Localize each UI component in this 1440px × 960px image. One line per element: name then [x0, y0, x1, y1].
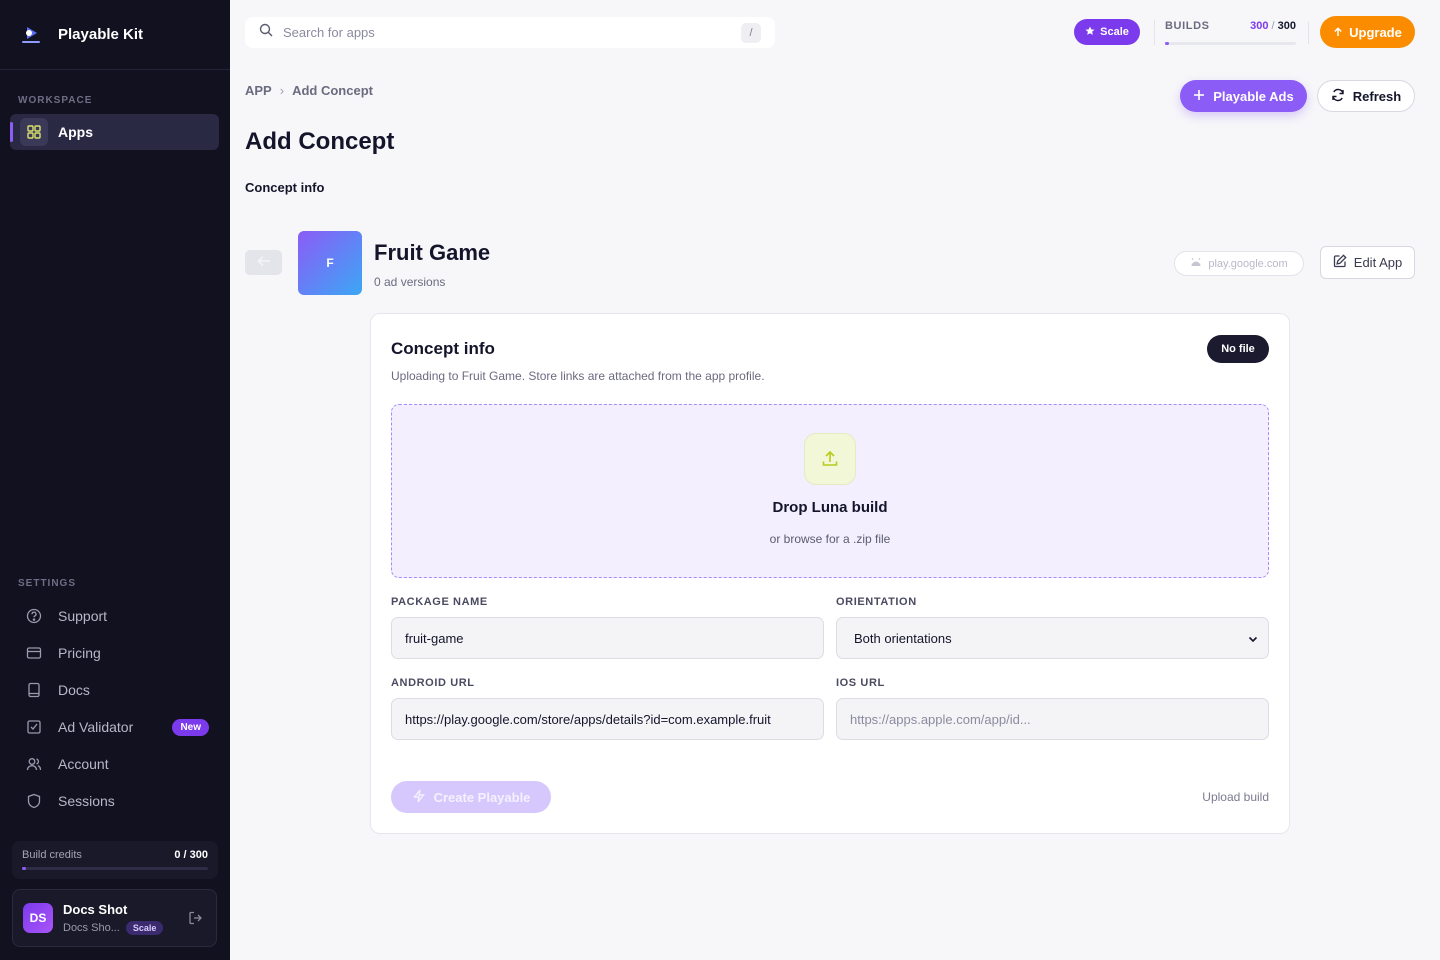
brand-name: Playable Kit — [58, 26, 144, 43]
sidebar-item-support[interactable]: Support — [10, 598, 219, 634]
sidebar-item-label: Support — [58, 608, 108, 624]
page-title: Add Concept — [245, 128, 395, 155]
search-icon — [259, 23, 273, 42]
ios-url-input[interactable] — [836, 698, 1269, 740]
app-name: Fruit Game — [374, 240, 491, 265]
credit-card-icon — [20, 639, 48, 667]
breadcrumb-current: Add Concept — [292, 83, 373, 98]
sidebar-item-ad-validator[interactable]: Ad Validator New — [10, 709, 219, 745]
user-card[interactable]: DS Docs Shot Docs Sho... Scale — [12, 889, 217, 947]
builds-current: 300 — [1250, 20, 1269, 32]
sidebar-item-apps[interactable]: Apps — [10, 114, 219, 150]
card-description: Uploading to Fruit Game. Store links are… — [391, 369, 765, 383]
lightning-icon — [412, 789, 426, 806]
refresh-label: Refresh — [1352, 88, 1402, 104]
search-shortcut-key: / — [741, 23, 761, 43]
card-title: Concept info — [391, 339, 495, 358]
upload-icon — [804, 433, 856, 485]
brand[interactable]: Playable Kit — [0, 0, 230, 70]
sidebar-item-docs[interactable]: Docs — [10, 672, 219, 708]
shield-icon — [20, 787, 48, 815]
plan-scale-badge[interactable]: Scale — [1074, 19, 1140, 45]
upgrade-button[interactable]: Upgrade — [1320, 16, 1415, 48]
create-playable-button[interactable]: Create Playable — [391, 781, 551, 813]
dropzone-title: Drop Luna build — [772, 499, 888, 516]
sidebar-item-label: Apps — [58, 124, 93, 140]
build-credits-label: Build credits — [22, 849, 82, 861]
create-playable-label: Create Playable — [433, 789, 531, 805]
edit-app-label: Edit App — [1353, 255, 1403, 270]
builds-counter: BUILDS 300 / 300 — [1154, 20, 1296, 45]
workspace-section-label: WORKSPACE — [18, 95, 93, 106]
package-name-input[interactable] — [391, 617, 824, 659]
orientation-label: ORIENTATION — [836, 596, 917, 608]
edit-icon — [1333, 254, 1347, 271]
new-badge: New — [172, 718, 209, 736]
logout-icon[interactable] — [188, 910, 204, 931]
refresh-icon — [1331, 88, 1345, 105]
orientation-select-wrapper: Both orientations — [836, 617, 1269, 659]
concept-info-card: Concept info Uploading to Fruit Game. St… — [370, 313, 1290, 834]
builds-separator: / — [1271, 20, 1275, 32]
build-credits-progress — [22, 867, 208, 870]
sidebar-item-pricing[interactable]: Pricing — [10, 635, 219, 671]
ios-url-label: IOS URL — [836, 677, 885, 689]
topbar-divider — [1308, 22, 1309, 44]
playable-ads-label: Playable Ads — [1213, 88, 1294, 104]
help-circle-icon — [20, 602, 48, 630]
plus-icon — [1193, 89, 1205, 104]
android-icon — [1190, 257, 1202, 270]
upload-build-link[interactable]: Upload build — [1202, 790, 1269, 804]
sidebar: Playable Kit WORKSPACE Apps SETTINGS Sup… — [0, 0, 230, 960]
check-square-icon — [20, 713, 48, 741]
builds-total: 300 — [1277, 20, 1296, 32]
build-credits-value: 0 / 300 — [174, 849, 208, 861]
sidebar-item-label: Docs — [58, 682, 90, 698]
sidebar-item-label: Ad Validator — [58, 719, 134, 735]
builds-progress — [1165, 42, 1296, 45]
dropzone-browse-link[interactable]: or browse for a .zip file — [392, 532, 1268, 546]
android-url-label: ANDROID URL — [391, 677, 475, 689]
search-bar[interactable]: / — [245, 17, 775, 48]
arrow-up-icon — [1333, 25, 1343, 40]
sidebar-item-label: Sessions — [58, 793, 115, 809]
file-status-badge: No file — [1207, 335, 1269, 363]
breadcrumb-separator: › — [279, 83, 285, 98]
avatar: DS — [23, 903, 53, 933]
store-link-chip[interactable]: play.google.com — [1174, 251, 1304, 276]
search-input[interactable] — [283, 25, 723, 40]
build-credits: Build credits 0 / 300 — [12, 841, 218, 879]
refresh-button[interactable]: Refresh — [1317, 80, 1415, 112]
builds-label: BUILDS — [1165, 20, 1210, 32]
edit-app-button[interactable]: Edit App — [1320, 246, 1415, 279]
app-icon-tile: F — [298, 231, 362, 295]
breadcrumb-root[interactable]: APP — [245, 83, 272, 98]
sidebar-item-label: Pricing — [58, 645, 101, 661]
plan-badge: Scale — [125, 920, 164, 935]
android-url-input[interactable] — [391, 698, 824, 740]
grid-icon — [20, 118, 48, 146]
back-button[interactable] — [245, 250, 282, 275]
store-link-label: play.google.com — [1208, 257, 1288, 270]
plan-label: Scale — [1100, 26, 1129, 38]
luna-build-dropzone[interactable]: Drop Luna build or browse for a .zip fil… — [391, 404, 1269, 578]
package-name-label: PACKAGE NAME — [391, 596, 488, 608]
book-icon — [20, 676, 48, 704]
sidebar-item-label: Account — [58, 756, 109, 772]
app-ad-versions: 0 ad versions — [374, 275, 446, 289]
settings-section-label: SETTINGS — [18, 578, 77, 589]
sidebar-item-sessions[interactable]: Sessions — [10, 783, 219, 819]
orientation-select[interactable]: Both orientations — [836, 617, 1269, 659]
sidebar-item-account[interactable]: Account — [10, 746, 219, 782]
page-subtitle: Concept info — [245, 180, 325, 195]
playable-kit-logo-icon — [20, 24, 42, 46]
playable-ads-button[interactable]: Playable Ads — [1180, 80, 1307, 112]
users-icon — [20, 750, 48, 778]
star-icon — [1085, 26, 1095, 39]
user-email: Docs Sho... — [63, 921, 120, 934]
user-name: Docs Shot — [63, 901, 128, 917]
breadcrumb: APP › Add Concept — [245, 83, 373, 98]
arrow-left-icon — [256, 254, 271, 272]
upgrade-label: Upgrade — [1349, 24, 1402, 40]
